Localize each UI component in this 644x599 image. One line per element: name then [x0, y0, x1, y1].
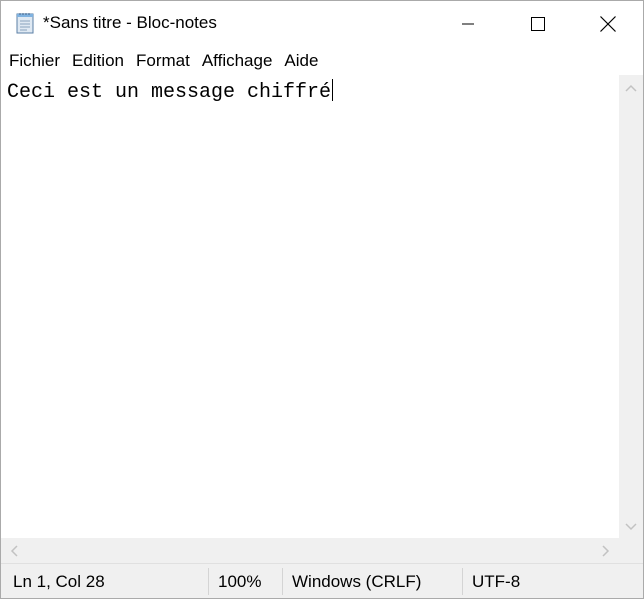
scroll-left-icon[interactable] [9, 544, 19, 558]
status-divider [462, 568, 463, 595]
vertical-scrollbar[interactable] [619, 75, 643, 538]
scroll-right-icon[interactable] [601, 544, 611, 558]
menu-affichage[interactable]: Affichage [196, 47, 279, 75]
maximize-icon [531, 16, 545, 31]
status-bar: Ln 1, Col 28 100% Windows (CRLF) UTF-8 [1, 563, 643, 598]
menu-format[interactable]: Format [130, 47, 196, 75]
close-button[interactable] [573, 1, 643, 46]
scroll-up-icon[interactable] [624, 83, 638, 93]
title-bar[interactable]: *Sans titre - Bloc-notes [1, 1, 643, 46]
close-icon [600, 15, 616, 32]
notepad-icon [13, 11, 37, 35]
editor-text: Ceci est un message chiffré [7, 81, 332, 104]
text-caret [332, 79, 334, 101]
minimize-button[interactable] [433, 1, 503, 46]
status-divider [282, 568, 283, 595]
minimize-icon [462, 23, 474, 24]
horizontal-scrollbar[interactable] [1, 538, 619, 563]
notepad-window: *Sans titre - Bloc-notes Fichier Edition… [0, 0, 644, 599]
window-title: *Sans titre - Bloc-notes [43, 13, 217, 32]
status-divider [208, 568, 209, 595]
status-cursor-position: Ln 1, Col 28 [13, 572, 105, 591]
menu-aide[interactable]: Aide [278, 47, 324, 75]
menu-fichier[interactable]: Fichier [3, 47, 66, 75]
scroll-down-icon[interactable] [624, 522, 638, 532]
scrollbar-corner [619, 538, 643, 563]
status-zoom: 100% [218, 572, 262, 591]
menu-edition[interactable]: Edition [66, 47, 130, 75]
menu-bar: Fichier Edition Format Affichage Aide [1, 47, 643, 75]
status-line-ending: Windows (CRLF) [292, 572, 422, 591]
text-editor[interactable]: Ceci est un message chiffré [1, 75, 619, 538]
maximize-button[interactable] [503, 1, 573, 46]
status-encoding: UTF-8 [472, 572, 521, 591]
